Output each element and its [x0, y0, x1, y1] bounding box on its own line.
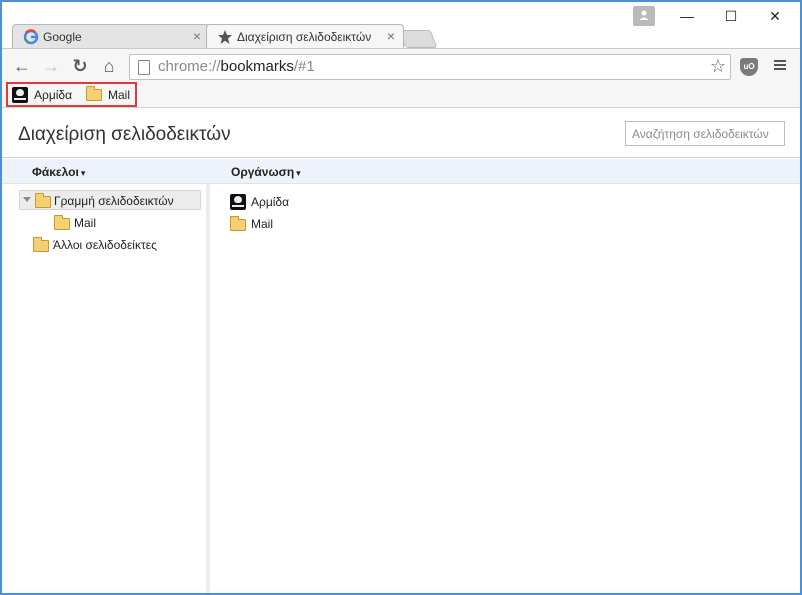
page-header: Διαχείριση σελιδοδεικτών — [2, 109, 800, 158]
url-host: bookmarks — [220, 58, 294, 75]
tab-strip: Google × Διαχείριση σελιδοδεικτών × — ☐ … — [2, 2, 800, 48]
bookmarks-bar: Αρμίδα Mail — [2, 82, 800, 108]
close-window-button[interactable]: ✕ — [752, 8, 798, 28]
folder-icon — [33, 237, 49, 252]
list-item-label: Αρμίδα — [251, 195, 290, 209]
tab-title: Google — [43, 30, 82, 44]
bookmark-folder-mail[interactable]: Mail — [86, 86, 136, 103]
url-text[interactable]: chrome://bookmarks/#1 — [158, 58, 315, 75]
reload-button[interactable]: ↻ — [69, 55, 91, 77]
column-header: Φάκελοι ▾ Οργάνωση ▾ — [2, 159, 800, 184]
toolbar: ← → ↻ ⌂ chrome://bookmarks/#1 ☆ uO — [2, 48, 800, 84]
url-path: /#1 — [293, 58, 315, 75]
close-icon[interactable]: × — [193, 28, 201, 44]
bookmark-label: Mail — [108, 88, 131, 102]
folders-menu-label: Φάκελοι — [32, 165, 79, 179]
tree-item-label: Άλλοι σελιδοδείκτες — [53, 238, 157, 252]
new-tab-button[interactable] — [398, 30, 438, 48]
tree-item-bookmarks-bar[interactable]: Γραμμή σελιδοδεικτών — [19, 190, 201, 210]
star-icon — [218, 30, 232, 44]
bookmark-star-icon[interactable]: ☆ — [710, 56, 726, 77]
url-scheme: chrome:// — [158, 58, 221, 75]
tab-bookmark-manager[interactable]: Διαχείριση σελιδοδεικτών × — [206, 24, 404, 48]
list-item[interactable]: Αρμίδα — [230, 192, 530, 212]
chrome-menu-button[interactable] — [772, 58, 788, 74]
folder-icon — [230, 216, 246, 231]
folder-icon — [86, 86, 102, 101]
person-icon — [639, 10, 649, 20]
organize-menu[interactable]: Οργάνωση ▾ — [231, 165, 301, 179]
list-item[interactable]: Mail — [230, 214, 530, 234]
profile-button[interactable] — [633, 6, 655, 26]
caret-down-icon: ▾ — [80, 168, 86, 178]
tree-item-other-bookmarks[interactable]: Άλλοι σελιδοδείκτες — [33, 235, 183, 255]
maximize-button[interactable]: ☐ — [708, 8, 754, 28]
tab-google[interactable]: Google × — [12, 24, 210, 48]
open-folder-icon — [35, 193, 51, 208]
page-title: Διαχείριση σελιδοδεικτών — [18, 124, 231, 145]
bookmark-label: Αρμίδα — [34, 88, 73, 102]
google-g-icon — [23, 29, 39, 45]
pirate-flag-icon — [230, 194, 246, 210]
ublock-extension-icon[interactable]: uO — [740, 58, 758, 76]
organize-menu-label: Οργάνωση — [231, 165, 295, 179]
tree-item-label: Mail — [74, 216, 97, 230]
folder-tree: Γραμμή σελιδοδεικτών Mail Άλλοι σελιδοδε… — [2, 184, 206, 593]
folders-menu[interactable]: Φάκελοι ▾ — [32, 165, 85, 179]
forward-button[interactable]: → — [40, 55, 62, 77]
back-button[interactable]: ← — [11, 55, 33, 77]
browser-window: Google × Διαχείριση σελιδοδεικτών × — ☐ … — [0, 0, 802, 595]
expand-arrow-icon[interactable] — [23, 197, 31, 202]
close-icon[interactable]: × — [387, 28, 395, 44]
page-icon — [138, 60, 150, 75]
search-input[interactable] — [626, 122, 784, 145]
pirate-flag-icon — [12, 87, 28, 103]
home-button[interactable]: ⌂ — [98, 55, 120, 77]
bookmark-armida[interactable]: Αρμίδα — [12, 87, 82, 103]
bookmark-list: Αρμίδα Mail — [210, 184, 800, 593]
minimize-button[interactable]: — — [664, 8, 710, 28]
tab-title: Διαχείριση σελιδοδεικτών — [237, 30, 372, 44]
folder-icon — [54, 215, 70, 230]
search-field[interactable] — [625, 121, 785, 146]
address-bar[interactable]: chrome://bookmarks/#1 ☆ — [129, 54, 731, 80]
list-item-label: Mail — [251, 217, 274, 231]
tree-item-label: Γραμμή σελιδοδεικτών — [54, 194, 174, 208]
tree-item-mail[interactable]: Mail — [54, 213, 174, 233]
caret-down-icon: ▾ — [296, 168, 301, 178]
